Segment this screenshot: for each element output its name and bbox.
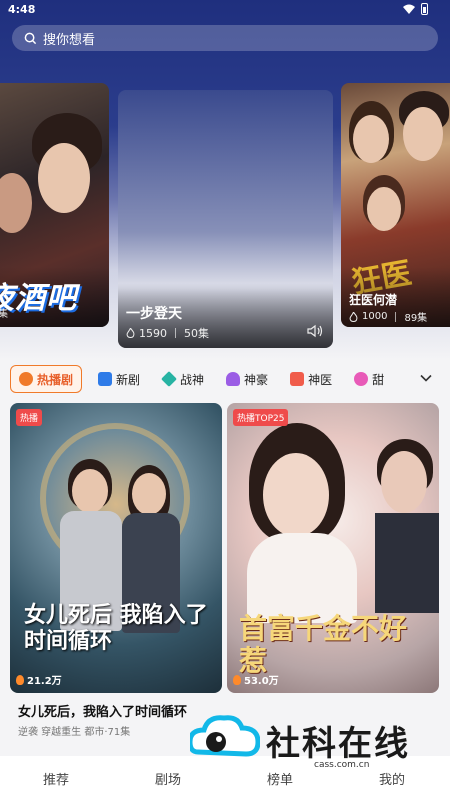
drama-title[interactable]: 女儿死后，我陷入了时间循环 — [18, 701, 187, 720]
hot-badge: 热播 — [16, 409, 43, 426]
card-plays: 1590 — [139, 326, 167, 340]
tab-doctor[interactable]: 神医 — [284, 365, 338, 393]
card-meta: 1590 50集 — [126, 325, 209, 341]
flame-icon — [126, 328, 135, 338]
poster-face — [353, 115, 389, 163]
poster-title-art: 女儿死后 我陷入了时间循环 — [24, 603, 208, 654]
tab-hot[interactable]: 热播剧 — [10, 365, 83, 393]
nav-recommend[interactable]: 推荐 — [0, 769, 112, 788]
category-tabs: 热播剧 新剧 战神 神豪 神医 甜 — [10, 363, 450, 395]
search-placeholder: 搜你想看 — [43, 32, 96, 48]
tab-sweet[interactable]: 甜 — [348, 365, 390, 393]
poster-face — [72, 469, 108, 513]
battery-icon — [421, 3, 428, 15]
sound-icon[interactable] — [307, 324, 323, 338]
watermark-url: cass.com.cn — [310, 760, 374, 770]
status-icons — [403, 3, 428, 15]
carousel-card-center[interactable]: 一步登天 1590 50集 — [118, 90, 333, 348]
poster-face — [0, 173, 32, 233]
card-episodes: 50集 — [184, 327, 209, 340]
drama-tags: 逆袭 穿越重生 都市·71集 — [18, 727, 131, 738]
card-meta: 集 — [0, 309, 8, 320]
chevron-down-icon[interactable] — [420, 372, 432, 384]
watermark-text: 社科在线 — [266, 724, 410, 764]
poster-face — [367, 187, 401, 231]
carousel-card-right[interactable]: 狂医 狂医何潜 1000 89集 — [341, 83, 450, 327]
status-time: 4:48 — [8, 3, 36, 16]
medical-kit-icon — [290, 372, 305, 386]
poster-title-art: 夜酒吧 — [0, 281, 77, 316]
tab-new[interactable]: 新剧 — [92, 365, 146, 393]
heart-icon — [354, 372, 369, 386]
flame-icon — [349, 311, 358, 322]
poster-face — [263, 453, 329, 537]
fire-icon — [19, 372, 33, 386]
search-bar[interactable]: 搜你想看 — [12, 25, 438, 51]
card-title: 狂医何潜 — [349, 293, 398, 307]
card-title: 一步登天 — [126, 306, 182, 322]
app-screen: 4:48 搜你想看 夜酒吧 集 一步登天 1590 50集 — [0, 0, 450, 800]
card-meta: 1000 89集 — [349, 309, 427, 324]
status-bar: 4:48 — [0, 0, 450, 20]
poster-face — [38, 143, 90, 213]
tab-war-god[interactable]: 战神 — [156, 365, 210, 393]
drama-card[interactable]: 热播TOP25 首富千金不好惹 53.0万 — [227, 403, 439, 693]
play-square-icon — [98, 372, 113, 386]
hot-top-badge: 热播TOP25 — [233, 409, 289, 426]
tab-rich[interactable]: 神豪 — [220, 365, 274, 393]
card-plays: 1000 — [362, 311, 388, 322]
play-count: 53.0万 — [233, 672, 279, 687]
poster-face — [132, 473, 166, 515]
flame-icon — [233, 674, 241, 685]
watermark: 社科在线 cass.com.cn — [190, 712, 430, 774]
flame-icon — [16, 674, 24, 685]
drama-card[interactable]: 热播 女儿死后 我陷入了时间循环 21.2万 — [10, 403, 222, 693]
person-icon — [226, 372, 241, 386]
card-episodes: 89集 — [404, 313, 428, 324]
poster-title-art: 首富千金不好惹 — [239, 612, 408, 677]
poster-face — [403, 107, 443, 161]
poster-face — [381, 451, 427, 513]
play-count: 21.2万 — [16, 672, 62, 687]
watermark-logo — [190, 715, 260, 757]
wifi-icon — [403, 4, 415, 14]
search-icon — [24, 32, 37, 44]
carousel-card-left[interactable]: 夜酒吧 集 — [0, 83, 109, 327]
crossed-swords-icon — [161, 371, 177, 387]
